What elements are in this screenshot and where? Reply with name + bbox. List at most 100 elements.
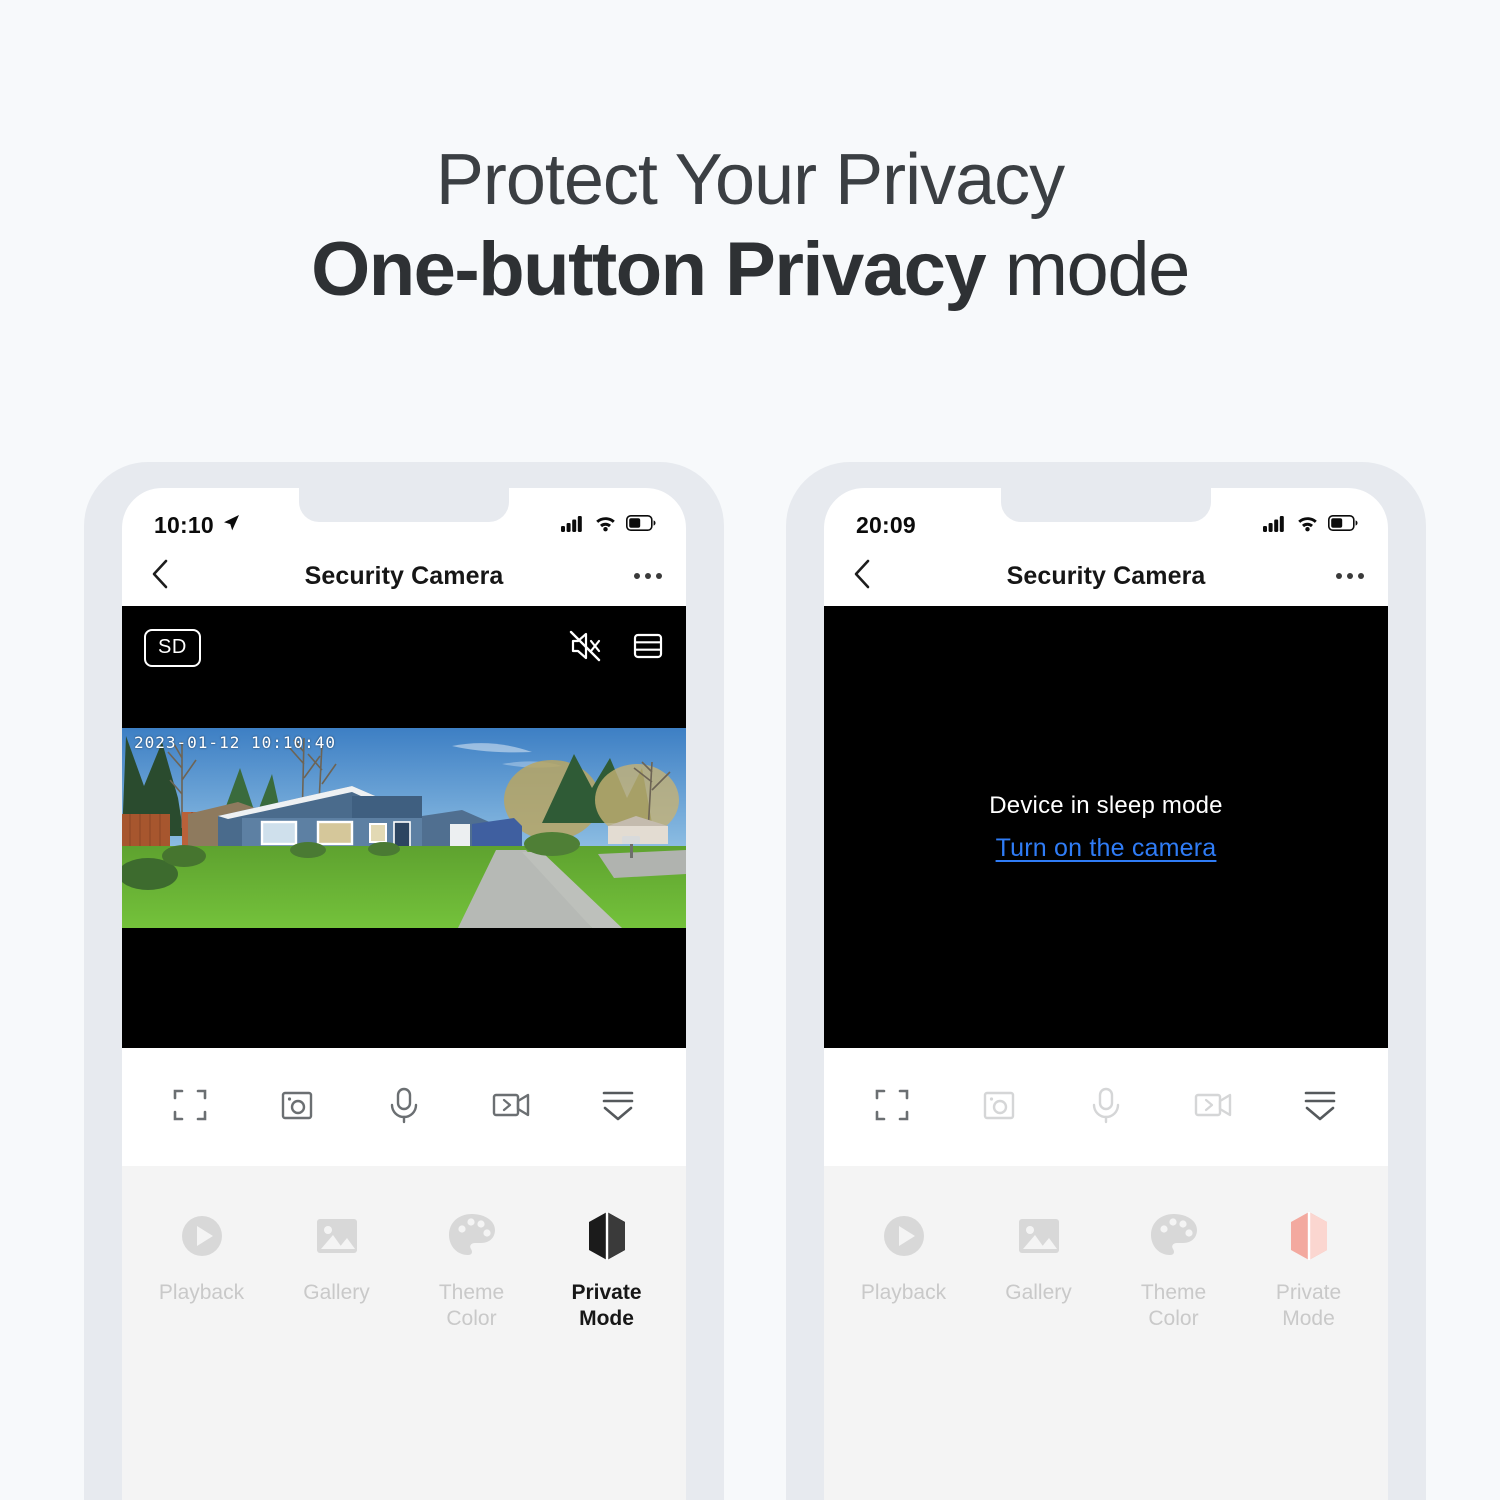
video-timestamp: 2023-01-12 10:10:40 (134, 733, 337, 752)
feature-gallery[interactable]: Gallery (278, 1208, 396, 1306)
headline-line-1: Protect Your Privacy (435, 140, 1065, 220)
feature-theme-color[interactable]: Theme Color (413, 1208, 531, 1331)
headline-line-2: One-button Privacy mode (0, 227, 1500, 312)
location-arrow-icon (221, 512, 241, 539)
video-record-icon (1192, 1087, 1234, 1128)
headline-light-part: mode (985, 226, 1191, 312)
feature-private-mode[interactable]: Private Mode (1250, 1208, 1368, 1331)
feature-label: Playback (860, 1281, 947, 1304)
feature-panel: Playback Gallery Theme Color Private Mod… (122, 1166, 686, 1500)
feature-row: Playback Gallery Theme Color Private Mod… (824, 1166, 1388, 1331)
feature-row: Playback Gallery Theme Color Private Mod… (122, 1166, 686, 1331)
more-options-icon (645, 573, 651, 579)
feature-panel: Playback Gallery Theme Color Private Mod… (824, 1166, 1388, 1500)
status-icons-group (561, 514, 656, 537)
feature-label: Private Mode (1275, 1281, 1342, 1330)
cellular-signal-icon (1263, 514, 1287, 537)
fullscreen-button[interactable] (148, 1076, 232, 1138)
screenshot-icon (277, 1085, 317, 1130)
wifi-icon (594, 514, 617, 537)
headline-bold-part: One-button Privacy (311, 226, 987, 312)
video-player-live[interactable]: 2023-01-12 10:10:40 SD (122, 606, 686, 1048)
phone-notch (299, 488, 509, 522)
camera-live-view: 2023-01-12 10:10:40 (122, 728, 686, 928)
promo-page: Protect Your Privacy One-button Privacy … (0, 0, 1500, 1500)
video-player-sleep[interactable]: Device in sleep mode Turn on the camera (824, 606, 1388, 1048)
more-options-icon (1347, 573, 1353, 579)
quality-badge[interactable]: SD (144, 629, 201, 667)
feature-playback[interactable]: Playback (143, 1208, 261, 1306)
palette-icon (1148, 1208, 1200, 1264)
feature-label: Theme Color (438, 1281, 505, 1330)
privacy-shield-icon (585, 1208, 629, 1264)
play-circle-icon (177, 1208, 227, 1264)
privacy-shield-icon (1287, 1208, 1331, 1264)
more-options-icon (1336, 573, 1342, 579)
fullscreen-icon (169, 1084, 211, 1131)
speaker-muted-icon[interactable] (568, 629, 602, 668)
microphone-button[interactable] (1064, 1076, 1148, 1138)
record-button[interactable] (469, 1076, 553, 1138)
video-overlay-right-group (568, 629, 664, 668)
collapse-chevron-icon (598, 1086, 638, 1129)
record-button[interactable] (1171, 1076, 1255, 1138)
split-view-icon[interactable] (632, 630, 664, 667)
screenshot-icon (979, 1085, 1019, 1130)
more-options-button[interactable] (1312, 573, 1388, 579)
feature-label: Gallery (1005, 1281, 1072, 1304)
feature-theme-color[interactable]: Theme Color (1115, 1208, 1233, 1331)
page-title: Security Camera (304, 561, 504, 590)
headline-block: Protect Your Privacy One-button Privacy … (0, 140, 1500, 312)
sleep-mode-message: Device in sleep mode (989, 791, 1223, 819)
microphone-button[interactable] (362, 1076, 446, 1138)
battery-icon (626, 514, 656, 536)
video-record-icon (490, 1087, 532, 1128)
microphone-icon (384, 1084, 424, 1131)
sleep-mode-overlay: Device in sleep mode Turn on the camera (824, 606, 1388, 1048)
back-button[interactable] (824, 558, 900, 595)
palette-icon (446, 1208, 498, 1264)
collapse-button[interactable] (576, 1076, 660, 1138)
phone-mockup-live: 10:10 Security Camera 2023-01-12 10:10:4… (84, 462, 724, 1500)
status-time-group: 20:09 (856, 512, 916, 539)
collapse-button[interactable] (1278, 1076, 1362, 1138)
fullscreen-button[interactable] (850, 1076, 934, 1138)
play-circle-icon (879, 1208, 929, 1264)
more-options-icon (1358, 573, 1364, 579)
chevron-left-icon (852, 558, 872, 595)
status-time-text: 20:09 (856, 511, 916, 538)
feature-label: Playback (158, 1281, 245, 1304)
feature-gallery[interactable]: Gallery (980, 1208, 1098, 1306)
phone-notch (1001, 488, 1211, 522)
collapse-chevron-icon (1300, 1086, 1340, 1129)
screenshot-button[interactable] (957, 1076, 1041, 1138)
turn-on-camera-link[interactable]: Turn on the camera (996, 834, 1217, 863)
back-button[interactable] (122, 558, 198, 595)
wifi-icon (1296, 514, 1319, 537)
screenshot-button[interactable] (255, 1076, 339, 1138)
status-time-group: 10:10 (154, 512, 241, 539)
status-icons-group (1263, 514, 1358, 537)
cellular-signal-icon (561, 514, 585, 537)
battery-icon (1328, 514, 1358, 536)
video-overlay-controls: SD (122, 606, 686, 690)
feature-label: Private Mode (571, 1281, 642, 1330)
playback-control-bar (122, 1048, 686, 1166)
more-options-button[interactable] (610, 573, 686, 579)
chevron-left-icon (150, 558, 170, 595)
microphone-icon (1086, 1084, 1126, 1131)
feature-label: Gallery (303, 1281, 370, 1304)
more-options-icon (634, 573, 640, 579)
feature-playback[interactable]: Playback (845, 1208, 963, 1306)
phone-screen-sleep: 20:09 Security Camera Device in sleep mo… (824, 488, 1388, 1500)
playback-control-bar (824, 1048, 1388, 1166)
nav-bar: Security Camera (824, 546, 1388, 606)
phone-mockup-sleep: 20:09 Security Camera Device in sleep mo… (786, 462, 1426, 1500)
fullscreen-icon (871, 1084, 913, 1131)
status-time-text: 10:10 (154, 511, 214, 538)
image-icon (312, 1208, 362, 1264)
feature-label: Theme Color (1140, 1281, 1207, 1330)
image-icon (1014, 1208, 1064, 1264)
more-options-icon (656, 573, 662, 579)
feature-private-mode[interactable]: Private Mode (548, 1208, 666, 1331)
